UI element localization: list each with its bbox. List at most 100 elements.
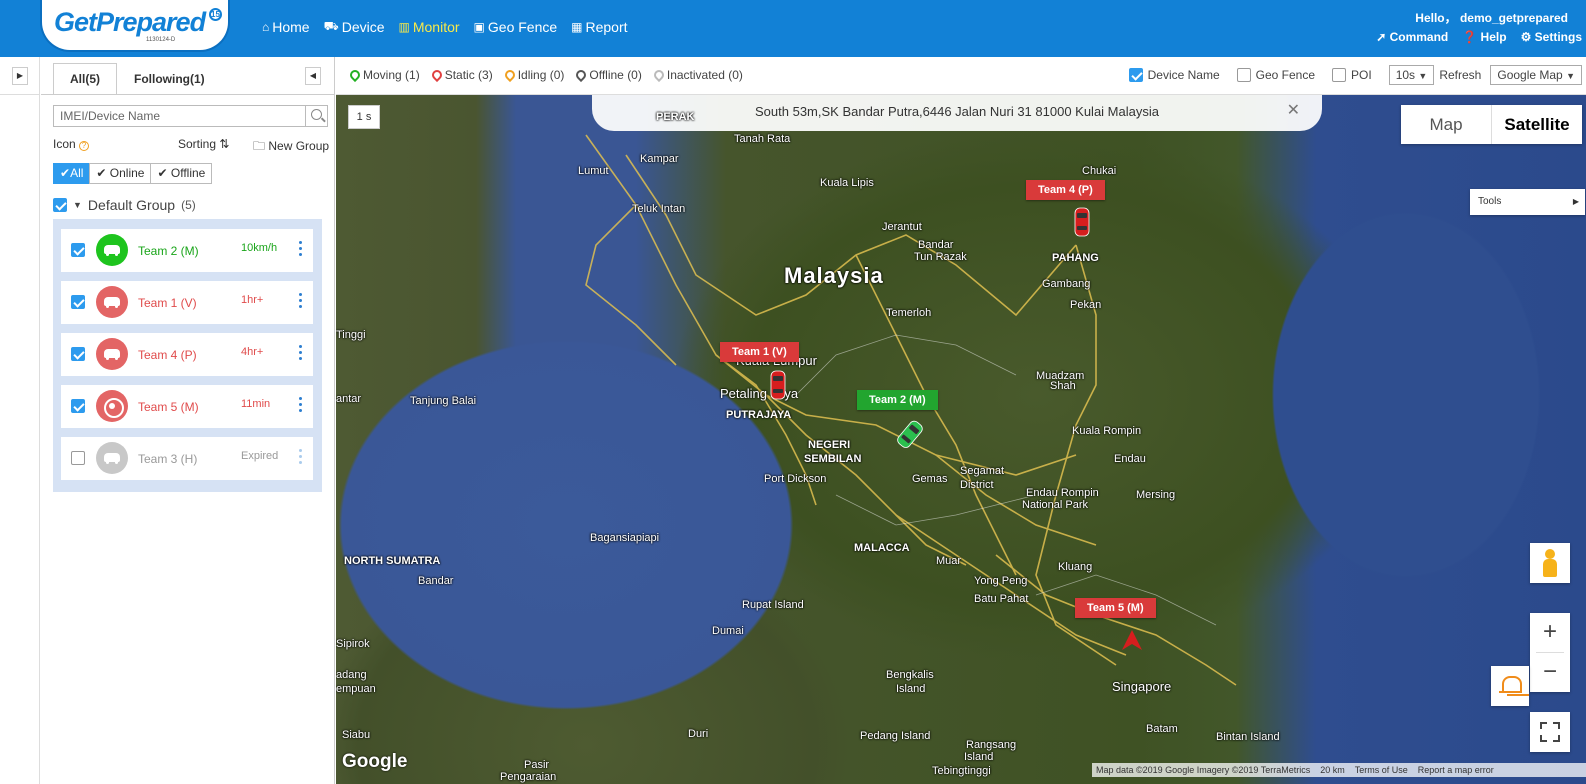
search-input[interactable] [54, 106, 306, 126]
report-error-link[interactable]: Report a map error [1418, 763, 1494, 777]
refresh-interval-select[interactable]: 10s ▼ [1388, 65, 1435, 85]
device-row[interactable]: Team 3 (H) Expired [61, 437, 313, 480]
device-checkbox[interactable] [71, 399, 85, 413]
new-group-label: New Group [268, 139, 330, 153]
more-options-icon[interactable] [299, 397, 303, 415]
map-place-label: Rupat Island [742, 599, 804, 611]
map-canvas[interactable]: South 53m,SK Bandar Putra,6446 Jalan Nur… [336, 95, 1586, 784]
filter-all-label: All [70, 166, 84, 180]
terms-link[interactable]: Terms of Use [1355, 763, 1408, 777]
tab-following[interactable]: Following(1) [117, 63, 222, 95]
map-place-label: Batam [1146, 723, 1178, 735]
close-icon[interactable]: ✕ [1287, 95, 1300, 128]
car-marker-icon[interactable] [770, 370, 786, 403]
help-button[interactable]: ❓ Help [1462, 30, 1506, 44]
group-count: (5) [181, 198, 196, 212]
map-place-label: Duri [688, 728, 709, 740]
device-row[interactable]: Team 4 (P) 4hr+ [61, 333, 313, 376]
expand-rail-button[interactable]: ▶ [12, 67, 28, 85]
map-controls: Device Name Geo Fence POI 10s ▼ Refresh … [1128, 65, 1586, 85]
filter-online[interactable]: ✔ Online [89, 163, 152, 184]
device-checkbox[interactable] [71, 347, 85, 361]
street-view-pegman[interactable] [1530, 543, 1570, 583]
settings-button[interactable]: ⚙ Settings [1521, 30, 1582, 44]
caret-down-icon[interactable]: ▼ [73, 200, 82, 210]
zoom-out-button[interactable]: − [1530, 653, 1570, 692]
top-navigation-bar: GetPrepared 15 1130124-D ⌂ Home ⛟ Device ▥… [0, 0, 1586, 57]
legend-item[interactable]: Inactivated (0) [651, 67, 743, 83]
alarm-button[interactable] [1491, 666, 1529, 706]
map-place-label: PERAK [656, 111, 695, 123]
vehicle-label[interactable]: Team 5 (M) [1075, 598, 1156, 618]
tab-all[interactable]: All(5) [53, 63, 117, 95]
map-type-satellite[interactable]: Satellite [1491, 105, 1582, 144]
speed-value: 1 s [356, 111, 372, 123]
map-pin-icon [574, 67, 589, 83]
device-name-checkbox[interactable] [1128, 68, 1143, 82]
poi-checkbox[interactable] [1332, 68, 1347, 82]
collapse-panel-button[interactable]: ◀ [305, 67, 321, 85]
playback-speed-button[interactable]: 1 s [348, 105, 380, 129]
more-options-icon[interactable] [299, 293, 303, 311]
nav-report[interactable]: ▦ Report [571, 19, 627, 35]
new-group-button[interactable]: 🗀 New Group [253, 137, 329, 158]
legend-item[interactable]: Offline (0) [574, 67, 642, 83]
vehicle-label[interactable]: Team 2 (M) [857, 390, 938, 410]
geo-fence-label: Geo Fence [1255, 68, 1316, 82]
nav-monitor[interactable]: ▥ Monitor [399, 19, 460, 35]
map-provider-select[interactable]: Google Map ▼ [1490, 65, 1582, 85]
command-button[interactable]: ➚ Command [1376, 30, 1448, 44]
tools-dropdown[interactable]: Tools ▶ [1470, 189, 1585, 215]
map-type-map[interactable]: Map [1401, 105, 1491, 144]
arrow-marker-icon[interactable] [1121, 629, 1143, 654]
vehicle-label[interactable]: Team 1 (V) [720, 342, 799, 362]
nav-geo-fence[interactable]: ▣ Geo Fence [474, 19, 558, 35]
device-row[interactable]: Team 1 (V) 1hr+ [61, 281, 313, 324]
map-place-label: Tinggi [336, 329, 366, 341]
geo-fence-checkbox[interactable] [1236, 68, 1251, 82]
map-place-label: Pengaraian [500, 771, 557, 783]
filter-offline[interactable]: ✔ Offline [150, 163, 213, 184]
zoom-in-button[interactable]: + [1530, 613, 1570, 652]
device-row[interactable]: Team 2 (M) 10km/h [61, 229, 313, 272]
vehicle-label[interactable]: Team 4 (P) [1026, 180, 1105, 200]
check-icon: ✔ [157, 166, 171, 180]
legend-item[interactable]: Moving (1) [347, 67, 420, 83]
legend-item[interactable]: Idling (0) [502, 67, 564, 83]
map-place-label: Dumai [712, 625, 744, 637]
group-name[interactable]: Default Group [88, 197, 175, 213]
device-name: Team 2 (M) [138, 244, 199, 258]
device-checkbox[interactable] [71, 295, 85, 309]
map-place-label: Pekan [1070, 299, 1102, 311]
legend-item[interactable]: Static (3) [429, 67, 493, 83]
logo-text: GetPrepared [54, 7, 206, 37]
search-icon[interactable] [305, 106, 327, 126]
car-icon [96, 234, 128, 266]
sorting-button[interactable]: Sorting ⇅ [178, 137, 229, 151]
device-checkbox[interactable] [71, 451, 85, 465]
icon-option[interactable]: Icon ? [53, 137, 90, 151]
more-options-icon[interactable] [299, 241, 303, 259]
nav-device[interactable]: ⛟ Device [324, 19, 385, 35]
attribution-text: Map data ©2019 Google Imagery ©2019 Terr… [1096, 765, 1311, 775]
device-list: Team 2 (M) 10km/h Team 1 (V) 1hr+ Team 4 (P)… [53, 219, 322, 492]
filter-all[interactable]: ✔All [53, 163, 91, 184]
device-row[interactable]: Team 5 (M) 11min [61, 385, 313, 428]
fullscreen-button[interactable] [1530, 712, 1570, 752]
group-checkbox[interactable] [53, 198, 67, 212]
minus-icon: − [1542, 658, 1557, 685]
device-status: Expired [241, 450, 279, 462]
device-checkbox[interactable] [71, 243, 85, 257]
table-icon: ▦ [571, 20, 583, 34]
panel-options: Icon ? Sorting ⇅ 🗀 New Group [53, 137, 333, 153]
chevron-left-icon: ◀ [309, 71, 317, 80]
logo[interactable]: GetPrepared 15 1130124-D [40, 0, 230, 52]
more-options-icon[interactable] [299, 345, 303, 363]
car-marker-icon[interactable] [1074, 207, 1090, 240]
nav-home[interactable]: ⌂ Home [262, 19, 310, 35]
map-place-label: Petaling Jaya [720, 386, 799, 401]
group-header: ▼ Default Group (5) [53, 196, 196, 214]
help-circle-icon: ? [79, 141, 90, 151]
map-place-label: MALACCA [854, 542, 910, 554]
more-options-icon[interactable] [299, 449, 303, 467]
